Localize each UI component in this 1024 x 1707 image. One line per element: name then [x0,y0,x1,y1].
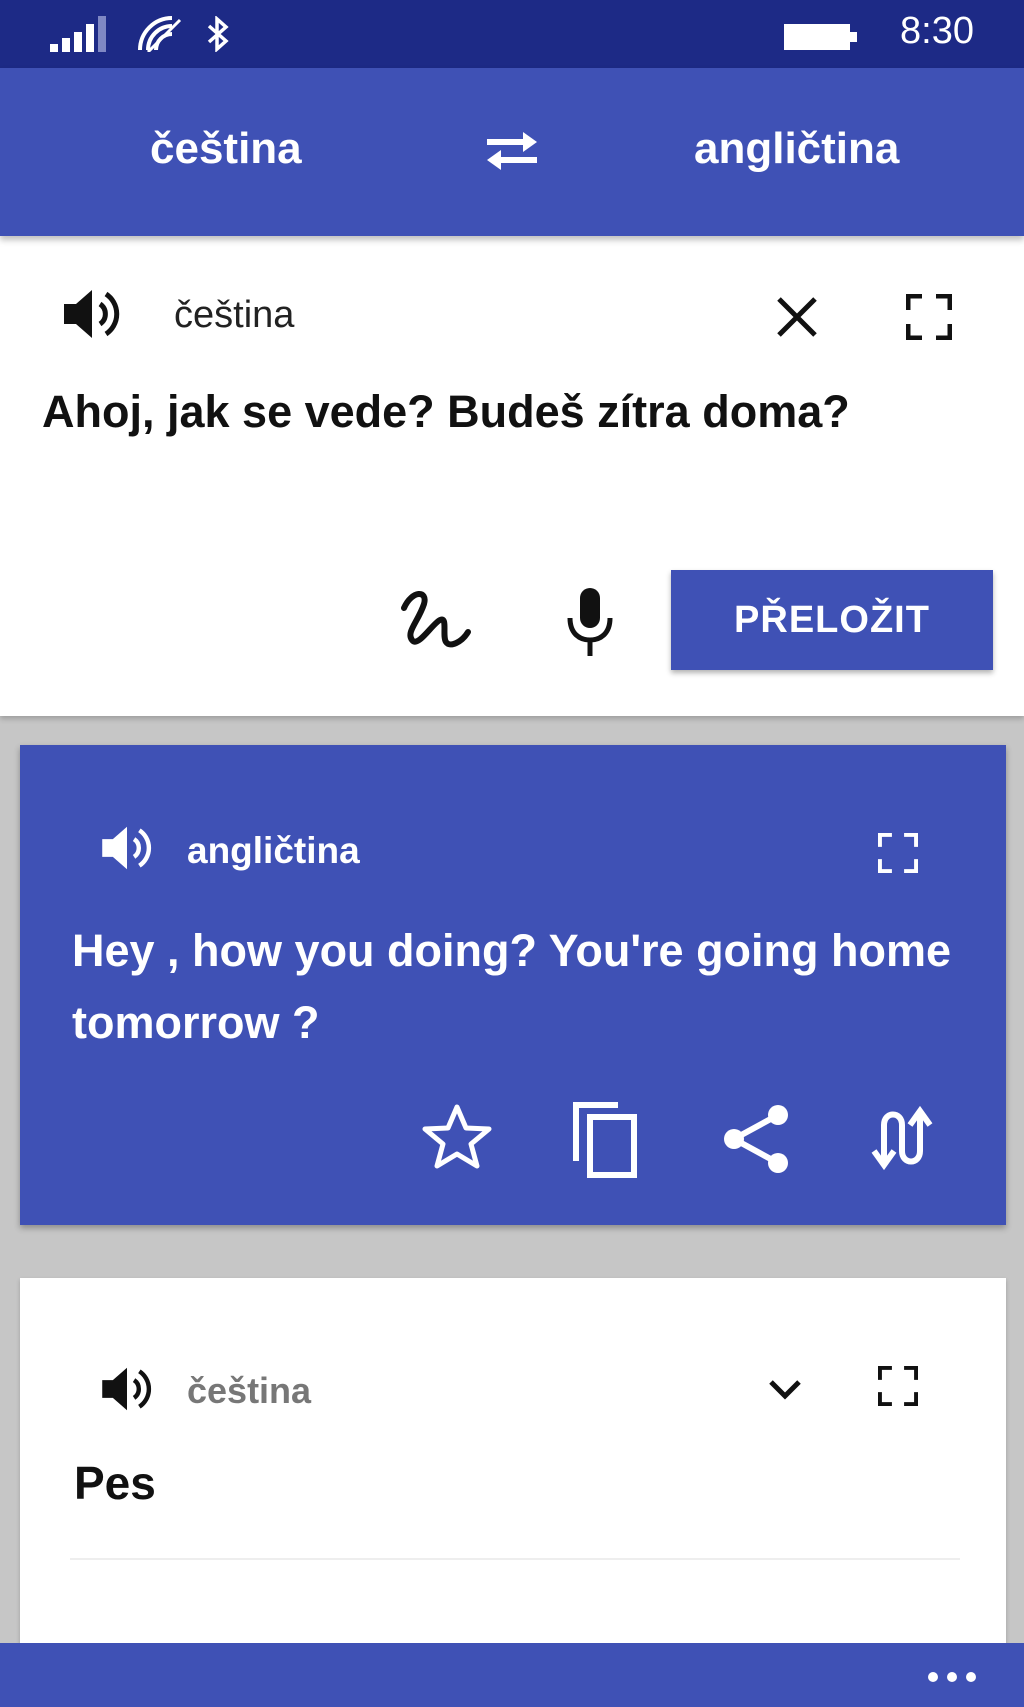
app-bar [0,1643,1024,1707]
translate-button[interactable]: PŘELOŽIT [671,570,993,670]
target-language-label: angličtina [187,830,360,871]
signal-icon [50,16,114,52]
history-language-label: čeština [187,1370,312,1411]
close-icon[interactable] [776,296,818,338]
handwriting-icon[interactable] [400,586,472,656]
speaker-icon[interactable] [100,825,154,871]
target-language-selector[interactable]: angličtina [694,124,899,174]
copy-icon[interactable] [568,1099,640,1179]
history-source-text: Pes [74,1457,156,1509]
input-card: čeština Ahoj, jak se vede? Budeš zítra d… [0,236,1024,716]
source-language-label: čeština [174,294,295,336]
star-icon[interactable] [422,1103,492,1169]
bluetooth-icon [206,16,230,52]
microphone-icon[interactable] [564,586,616,658]
divider [70,1558,960,1560]
speaker-icon[interactable] [62,288,122,340]
more-ellipsis-icon[interactable] [919,1669,976,1687]
share-icon[interactable] [722,1103,792,1175]
chevron-down-icon[interactable] [768,1378,802,1400]
source-text-input[interactable]: Ahoj, jak se vede? Budeš zítra doma? [42,386,850,438]
wifi-icon [138,16,182,52]
translated-text: Hey , how you doing? You're going home t… [72,925,952,1048]
fullscreen-icon[interactable] [878,1366,918,1406]
translation-result-card: angličtina Hey , how you doing? You're g… [20,745,1006,1225]
source-language-selector[interactable]: čeština [150,124,302,174]
fullscreen-icon[interactable] [906,294,952,340]
status-bar: 8:30 [0,0,1024,68]
fullscreen-icon[interactable] [878,833,918,873]
reverse-translate-icon[interactable] [870,1105,936,1171]
speaker-icon[interactable] [100,1366,154,1412]
battery-icon [784,24,858,50]
swap-arrows-icon[interactable] [483,130,541,172]
language-bar: čeština angličtina [0,68,1024,236]
clock: 8:30 [900,10,974,52]
